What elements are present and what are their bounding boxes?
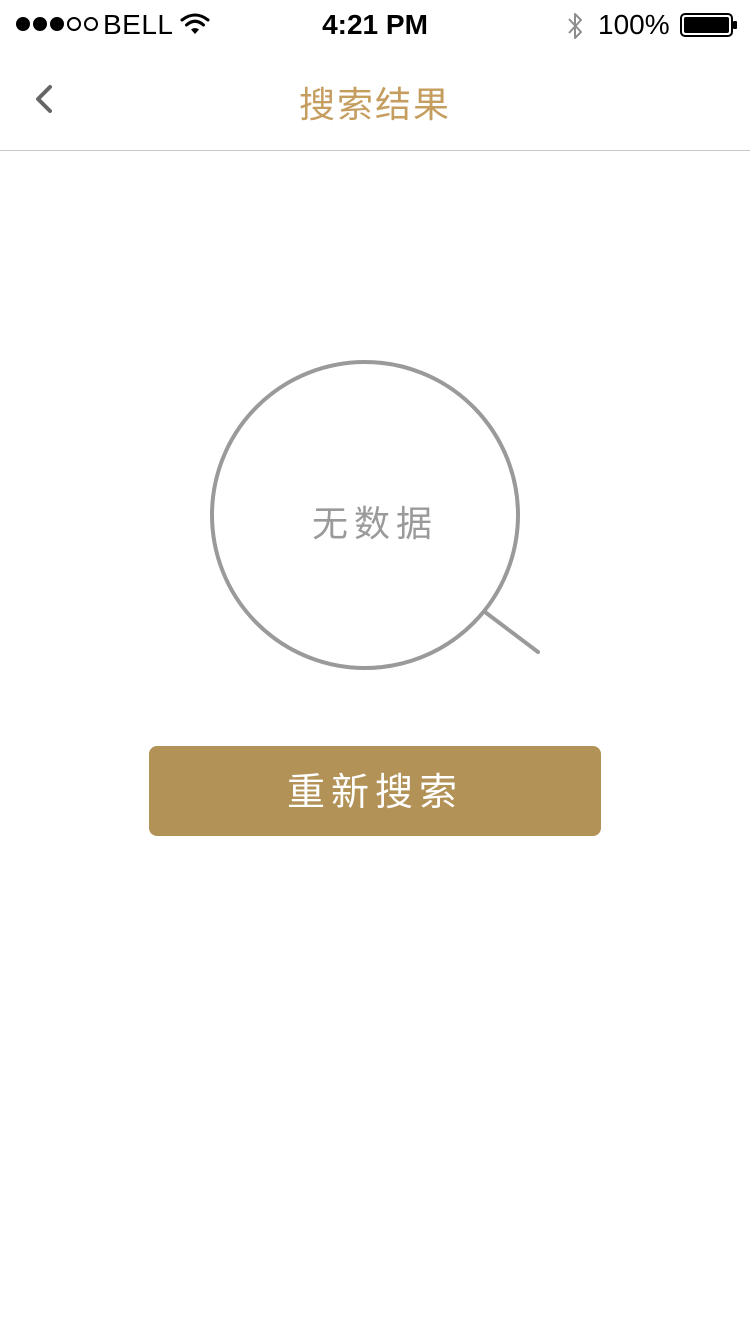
battery-icon xyxy=(680,13,737,37)
status-bar: BELL 4:21 PM 100% xyxy=(0,0,750,50)
empty-message: 无数据 xyxy=(311,504,438,545)
page-title: 搜索结果 xyxy=(298,85,451,126)
search-again-button[interactable]: 重新搜索 xyxy=(149,746,601,836)
bluetooth-icon xyxy=(568,13,582,39)
navigation-bar: 搜索结果 xyxy=(0,50,750,151)
battery-percent: 100% xyxy=(598,9,670,40)
search-results-screen: BELL 4:21 PM 100% 搜索结果 无数据 重新搜索 xyxy=(0,0,750,1334)
